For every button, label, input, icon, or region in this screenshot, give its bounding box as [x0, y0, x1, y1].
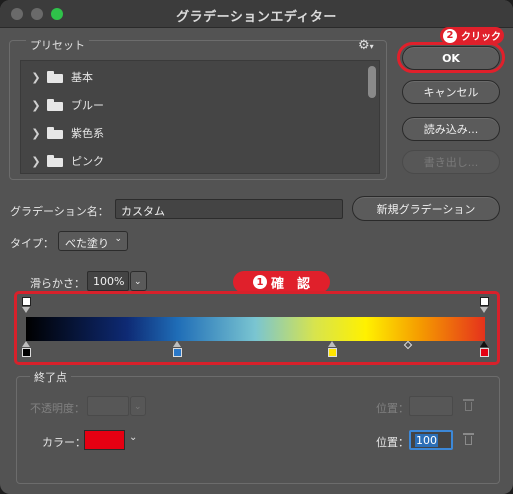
chevron-right-icon[interactable]: ❯: [27, 99, 45, 112]
preset-item-label: ピンク: [71, 155, 104, 168]
list-item[interactable]: ❯ 基本: [21, 63, 361, 91]
preset-item-label: ブルー: [71, 99, 104, 112]
preset-list[interactable]: ❯ 基本 ❯ ブルー ❯ 紫色系 ❯ ピンク: [20, 60, 380, 174]
color-stop-swatch: [328, 348, 337, 357]
callout-text: クリック: [461, 32, 501, 43]
presets-label: プリセット: [26, 37, 89, 53]
preset-item-label: 紫色系: [71, 127, 104, 140]
scrollbar-thumb[interactable]: [368, 66, 376, 98]
stop-pointer: [22, 307, 30, 313]
type-select[interactable]: べた塗り ⌄: [58, 231, 128, 251]
export-button[interactable]: 書き出し...: [402, 150, 500, 174]
color-stop-blue[interactable]: [173, 341, 182, 357]
color-stop-yellow[interactable]: [328, 341, 337, 357]
chevron-down-icon: ⌄: [114, 234, 122, 244]
stop-pointer: [173, 341, 181, 347]
chevron-down-icon: ⌄: [134, 402, 142, 412]
smoothness-label: 滑らかさ：: [30, 277, 85, 290]
gradient-name-label: グラデーション名：: [10, 205, 109, 218]
chevron-right-icon[interactable]: ❯: [27, 127, 45, 140]
color-stop-swatch: [480, 348, 489, 357]
chevron-right-icon[interactable]: ❯: [27, 71, 45, 84]
callout-number: 1: [252, 275, 267, 289]
list-item[interactable]: ❯ ピンク: [21, 147, 361, 175]
ok-button[interactable]: OK: [402, 46, 500, 70]
opacity-stop-right[interactable]: [480, 297, 489, 313]
folder-icon: [47, 127, 63, 139]
folder-icon: [47, 71, 63, 83]
gradient-name-input[interactable]: カスタム: [115, 199, 343, 219]
trash-icon[interactable]: [463, 399, 474, 411]
stop-pointer: [480, 341, 488, 347]
opacity-stop-left[interactable]: [22, 297, 31, 313]
opacity-dropdown[interactable]: ⌄: [130, 396, 146, 416]
list-item[interactable]: ❯ ブルー: [21, 91, 361, 119]
smoothness-input[interactable]: 100%: [87, 271, 129, 291]
chevron-down-icon[interactable]: ⌄: [129, 432, 137, 443]
preset-item-label: 基本: [71, 71, 93, 84]
stop-pointer: [22, 341, 30, 347]
end-point-label: 終了点: [30, 369, 71, 385]
title-bar: グラデーションエディター: [0, 0, 513, 28]
color-stop-red[interactable]: [480, 341, 489, 357]
callout-number: 2: [443, 28, 457, 43]
color-stop-swatch: [22, 348, 31, 357]
color-location-label: 位置：: [376, 436, 409, 449]
opacity-stop-swatch: [22, 297, 31, 306]
window-title: グラデーションエディター: [176, 10, 337, 25]
stop-pointer: [328, 341, 336, 347]
color-stop-black[interactable]: [22, 341, 31, 357]
gear-icon[interactable]: ⚙▾: [358, 38, 374, 53]
color-label: カラー：: [42, 436, 86, 449]
list-item[interactable]: ❯ 紫色系: [21, 119, 361, 147]
load-button[interactable]: 読み込み...: [402, 117, 500, 141]
click-callout: 2 クリック: [440, 27, 504, 44]
chevron-right-icon[interactable]: ❯: [27, 155, 45, 168]
color-location-input[interactable]: 100: [409, 430, 453, 450]
new-gradient-button[interactable]: 新規グラデーション: [352, 196, 500, 221]
chevron-down-icon: ⌄: [134, 277, 142, 287]
type-value: べた塗り: [65, 237, 109, 250]
trash-icon[interactable]: [463, 433, 474, 445]
confirm-callout: 1 確 認: [233, 271, 330, 293]
color-swatch[interactable]: [84, 430, 125, 450]
cancel-button[interactable]: キャンセル: [402, 80, 500, 104]
folder-icon: [47, 99, 63, 111]
type-label: タイプ：: [10, 237, 54, 250]
opacity-location-label: 位置：: [376, 402, 409, 415]
color-stop-swatch: [173, 348, 182, 357]
color-location-value: 100: [415, 434, 438, 447]
gradient-preview-bar[interactable]: [26, 317, 485, 341]
opacity-location-input[interactable]: [409, 396, 453, 416]
stop-pointer: [480, 307, 488, 313]
opacity-input[interactable]: [87, 396, 129, 416]
opacity-label: 不透明度：: [30, 402, 85, 415]
opacity-stop-swatch: [480, 297, 489, 306]
gradient-editor-window: グラデーションエディター プリセット ⚙▾ ❯ 基本 ❯ ブルー ❯ 紫色系 ❯…: [0, 0, 513, 494]
folder-icon: [47, 155, 63, 167]
smoothness-dropdown[interactable]: ⌄: [130, 271, 147, 291]
callout-text: 確 認: [270, 276, 310, 292]
